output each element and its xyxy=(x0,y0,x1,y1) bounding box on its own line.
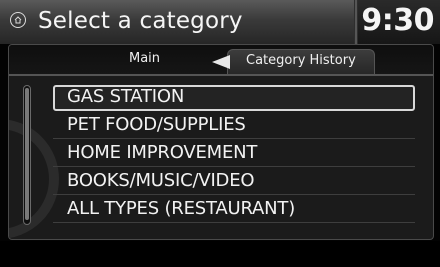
list-item-gas-station[interactable]: GAS STATION xyxy=(53,85,415,111)
list-item-pet-food-supplies[interactable]: PET FOOD/SUPPLIES xyxy=(53,113,415,139)
category-panel: Main Category History GAS STATION PET FO… xyxy=(8,44,434,240)
list-item-books-music-video[interactable]: BOOKS/MUSIC/VIDEO xyxy=(53,169,415,195)
list-item-label: GAS STATION xyxy=(67,86,185,107)
decorative-knob xyxy=(9,119,59,239)
tab-category-history[interactable]: Category History xyxy=(212,49,375,75)
tab-category-history-label: Category History xyxy=(246,53,356,68)
header-bar: Select a category 9:30 xyxy=(0,0,440,44)
list-item-label: ALL TYPES (RESTAURANT) xyxy=(67,198,296,219)
list-item-label: HOME IMPROVEMENT xyxy=(67,142,258,163)
clock-panel: 9:30 xyxy=(358,0,440,44)
tab-divider xyxy=(9,74,433,76)
clock: 9:30 xyxy=(361,3,434,38)
scrollbar[interactable] xyxy=(23,85,31,225)
list-item-all-types-restaurant[interactable]: ALL TYPES (RESTAURANT) xyxy=(53,197,415,223)
list-item-label: BOOKS/MUSIC/VIDEO xyxy=(67,170,255,191)
list-item-label: PET FOOD/SUPPLIES xyxy=(67,114,246,135)
scrollbar-thumb[interactable] xyxy=(25,88,29,220)
page-title: Select a category xyxy=(38,8,243,34)
tab-arrow-icon xyxy=(212,55,230,69)
home-icon[interactable] xyxy=(10,12,26,28)
tab-bar: Main Category History xyxy=(9,45,433,76)
category-list: GAS STATION PET FOOD/SUPPLIES HOME IMPRO… xyxy=(53,85,415,225)
list-item-home-improvement[interactable]: HOME IMPROVEMENT xyxy=(53,141,415,167)
tab-main[interactable]: Main xyxy=(129,51,160,66)
bottom-bar xyxy=(0,241,440,267)
